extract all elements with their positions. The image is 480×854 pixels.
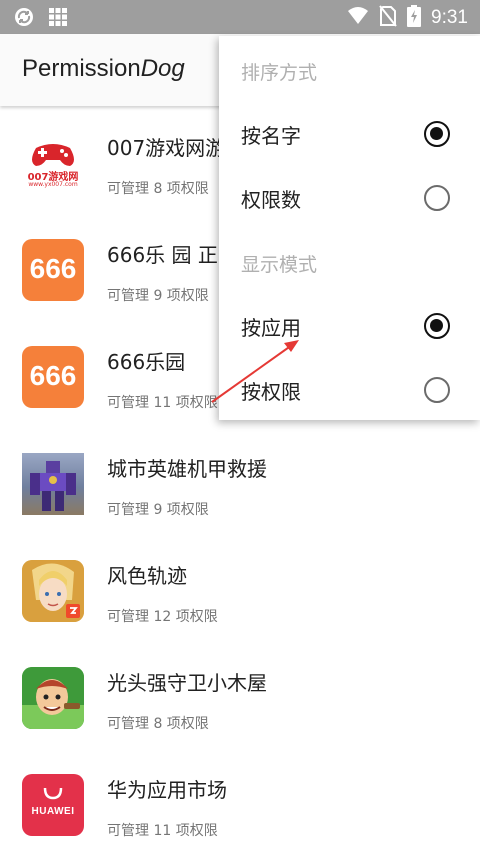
app-perm-count: 可管理 11 项权限 [107,823,218,839]
app-name: 666乐园 [107,350,186,374]
anime-character-icon [22,560,84,622]
app-row-fengse[interactable]: 风色轨迹 可管理 12 项权限 [0,534,480,641]
grid-icon [48,7,68,31]
app-row-city-hero[interactable]: 城市英雄机甲救援 可管理 9 项权限 [0,427,480,534]
display-by-permission-option[interactable]: 按权限 [219,358,480,422]
display-section-header: 显示模式 [241,254,318,276]
status-time: 9:31 [431,7,468,28]
sort-by-name-option[interactable]: 按名字 [219,102,480,166]
menu-item-label: 按应用 [241,316,301,340]
display-by-app-option[interactable]: 按应用 [219,294,480,358]
radio-checked-icon[interactable] [424,313,450,339]
app-name: 风色轨迹 [107,564,187,588]
wifi-icon [347,6,369,30]
app-perm-count: 可管理 9 项权限 [107,502,209,518]
sync-icon [14,7,34,31]
sort-by-count-option[interactable]: 权限数 [219,166,480,230]
app-name: 007游戏网游 [107,136,226,160]
app-perm-count: 可管理 8 项权限 [107,716,209,732]
cartoon-character-icon [22,667,84,729]
menu-item-label: 按权限 [241,380,301,404]
sort-section-header: 排序方式 [241,62,318,84]
robot-icon [22,453,84,515]
menu-item-label: 按名字 [241,124,301,148]
huawei-icon: HUAWEI [22,774,84,836]
sort-display-menu: 排序方式 按名字 权限数 显示模式 按应用 按权限 [219,36,480,420]
gamepad-icon: 007游戏网 www.yx007.com [22,132,84,194]
app-perm-count: 可管理 8 项权限 [107,181,209,197]
icon-text: 666 [29,360,77,391]
666-icon: 666 [22,239,84,301]
666-icon: 666 [22,346,84,408]
app-perm-count: 可管理 9 项权限 [107,288,209,304]
app-title-suffix: Dog [140,55,185,82]
app-name: 666乐 园 正 [107,243,218,267]
app-name: 城市英雄机甲救援 [107,457,267,481]
radio-unchecked-icon[interactable] [424,185,450,211]
icon-subcaption: www.yx007.com [28,181,78,188]
icon-text: 666 [29,253,77,284]
app-row-guangtouqiang[interactable]: 光头强守卫小木屋 可管理 8 项权限 [0,641,480,748]
icon-text: HUAWEI [31,806,75,817]
app-perm-count: 可管理 12 项权限 [107,609,218,625]
status-bar: 9:31 [0,0,480,34]
app-title-prefix: Permission [22,55,141,82]
radio-unchecked-icon[interactable] [424,377,450,403]
no-sim-icon [379,5,397,31]
menu-item-label: 权限数 [241,188,301,212]
app-name: 华为应用市场 [107,778,227,802]
radio-checked-icon[interactable] [424,121,450,147]
battery-icon [407,5,422,31]
app-name: 光头强守卫小木屋 [107,671,267,695]
app-row-huawei[interactable]: HUAWEI 华为应用市场 可管理 11 项权限 [0,748,480,854]
app-perm-count: 可管理 11 项权限 [107,395,218,411]
app-title: PermissionDog [22,55,185,83]
